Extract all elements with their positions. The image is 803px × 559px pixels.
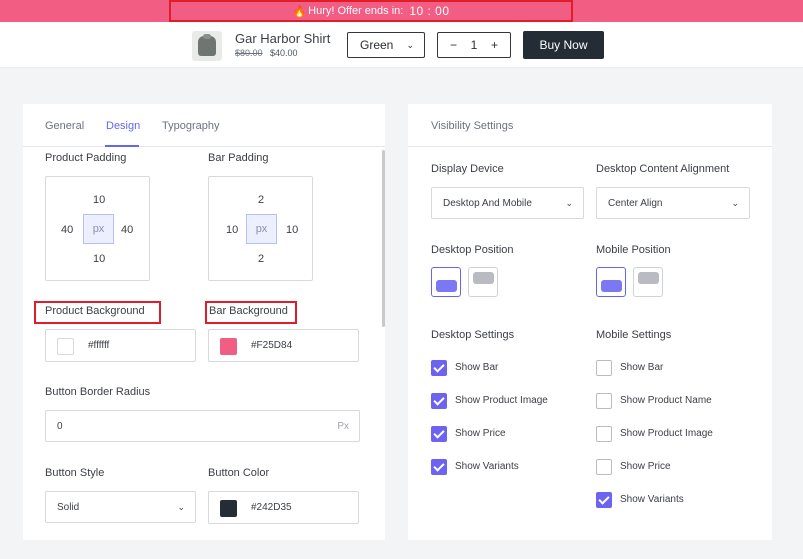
- desktop-setting-checkbox[interactable]: [431, 393, 447, 409]
- tab-design[interactable]: Design: [106, 120, 140, 132]
- mobile-settings-label: Mobile Settings: [596, 329, 672, 341]
- chevron-down-icon: ⌄: [731, 198, 739, 208]
- mobile-setting-checkbox[interactable]: [596, 459, 612, 475]
- product-padding-control: 10 40 px 40 10: [45, 176, 150, 281]
- button-color-value: #242D35: [251, 502, 292, 513]
- desktop-content-alignment-select[interactable]: Center Align ⌄: [596, 187, 750, 219]
- bar-padding-bottom[interactable]: 2: [258, 253, 264, 265]
- variant-value: Green: [360, 38, 394, 52]
- color-swatch[interactable]: [220, 500, 237, 517]
- visibility-header: Visibility Settings: [408, 104, 772, 147]
- settings-tabs: General Design Typography: [23, 104, 385, 147]
- variant-select[interactable]: Green ⌄: [347, 32, 425, 58]
- bar-background-value: #F25D84: [251, 340, 293, 351]
- desktop-setting-checkbox[interactable]: [431, 459, 447, 475]
- mobile-setting-checkbox-label: Show Product Image: [620, 428, 713, 439]
- mobile-position-label: Mobile Position: [596, 244, 671, 256]
- shirt-icon: [192, 31, 222, 61]
- button-border-radius-input[interactable]: 0 Px: [45, 410, 360, 442]
- desktop-setting-checkbox[interactable]: [431, 426, 447, 442]
- button-color-label: Button Color: [208, 467, 270, 479]
- button-border-radius-unit: Px: [337, 421, 349, 432]
- position-bottom-button[interactable]: [633, 267, 663, 297]
- chevron-down-icon: ⌄: [406, 40, 414, 50]
- minus-button[interactable]: −: [450, 38, 457, 52]
- product-new-price: $40.00: [270, 48, 298, 58]
- color-swatch[interactable]: [220, 338, 237, 355]
- product-padding-right[interactable]: 40: [121, 224, 133, 236]
- bar-padding-left[interactable]: 10: [226, 224, 238, 236]
- button-border-radius-label: Button Border Radius: [45, 386, 151, 398]
- position-top-button[interactable]: [596, 267, 626, 297]
- product-padding-label: Product Padding: [45, 152, 127, 164]
- mobile-setting-checkbox[interactable]: [596, 426, 612, 442]
- tab-typography[interactable]: Typography: [162, 120, 219, 132]
- quantity-stepper[interactable]: − 1 +: [437, 32, 511, 58]
- desktop-setting-checkbox-label: Show Product Image: [455, 395, 548, 406]
- mobile-setting-checkbox[interactable]: [596, 360, 612, 376]
- visibility-title: Visibility Settings: [431, 120, 514, 132]
- mobile-setting-checkbox[interactable]: [596, 492, 612, 508]
- color-swatch[interactable]: [57, 338, 74, 355]
- mobile-setting-checkbox-label: Show Price: [620, 461, 671, 472]
- plus-button[interactable]: +: [491, 38, 498, 52]
- display-device-select[interactable]: Desktop And Mobile ⌄: [431, 187, 584, 219]
- active-tab-indicator: [105, 145, 139, 147]
- display-device-label: Display Device: [431, 163, 504, 175]
- display-device-value: Desktop And Mobile: [443, 198, 532, 209]
- mobile-setting-checkbox-label: Show Variants: [620, 494, 684, 505]
- visibility-panel: Visibility Settings Display Device Deskt…: [408, 104, 772, 540]
- quantity-value: 1: [470, 38, 478, 52]
- bar-padding-top[interactable]: 2: [258, 194, 264, 206]
- desktop-content-alignment-label: Desktop Content Alignment: [596, 163, 730, 175]
- button-border-radius-value: 0: [57, 421, 63, 432]
- offer-text: Hury! Offer ends in:: [308, 5, 404, 17]
- desktop-setting-checkbox-label: Show Variants: [455, 461, 519, 472]
- desktop-setting-checkbox-label: Show Bar: [455, 362, 499, 373]
- fire-icon: 🔥: [292, 5, 307, 18]
- offer-countdown: 🔥 Hury! Offer ends in: 10 : 00: [169, 0, 573, 22]
- offer-bar: 🔥 Hury! Offer ends in: 10 : 00: [0, 0, 803, 22]
- position-bottom-button[interactable]: [468, 267, 498, 297]
- button-style-label: Button Style: [45, 467, 105, 479]
- mobile-setting-checkbox[interactable]: [596, 393, 612, 409]
- bar-background-label: Bar Background: [209, 305, 288, 317]
- sticky-product-bar: Gar Harbor Shirt $80.00 $40.00 Green ⌄ −…: [0, 22, 803, 68]
- product-padding-bottom[interactable]: 10: [93, 253, 105, 265]
- mobile-setting-checkbox-label: Show Product Name: [620, 395, 712, 406]
- product-background-value: #ffffff: [88, 340, 110, 351]
- desktop-setting-checkbox-label: Show Price: [455, 428, 506, 439]
- button-style-select[interactable]: Solid ⌄: [45, 491, 196, 523]
- bar-padding-unit: px: [246, 214, 277, 244]
- buy-now-button[interactable]: Buy Now: [523, 31, 604, 59]
- product-background-label: Product Background: [45, 305, 145, 317]
- button-style-value: Solid: [57, 502, 80, 513]
- bar-padding-control: 2 10 px 10 2: [208, 176, 313, 281]
- product-name: Gar Harbor Shirt: [235, 31, 331, 46]
- product-background-field[interactable]: #ffffff: [45, 329, 196, 362]
- chevron-down-icon: ⌄: [177, 502, 185, 512]
- product-padding-left[interactable]: 40: [61, 224, 73, 236]
- bar-background-field[interactable]: #F25D84: [208, 329, 359, 362]
- design-panel: General Design Typography Product Paddin…: [23, 104, 385, 540]
- position-top-button[interactable]: [431, 267, 461, 297]
- tab-general[interactable]: General: [45, 120, 84, 132]
- bar-padding-label: Bar Padding: [208, 152, 269, 164]
- mobile-setting-checkbox-label: Show Bar: [620, 362, 664, 373]
- product-padding-unit: px: [83, 214, 114, 244]
- desktop-setting-checkbox[interactable]: [431, 360, 447, 376]
- desktop-settings-label: Desktop Settings: [431, 329, 515, 341]
- chevron-down-icon: ⌄: [565, 198, 573, 208]
- desktop-position-label: Desktop Position: [431, 244, 514, 256]
- offer-timer: 10 : 00: [409, 4, 450, 18]
- scrollbar[interactable]: [382, 150, 385, 327]
- button-color-field[interactable]: #242D35: [208, 491, 359, 524]
- product-old-price: $80.00: [235, 48, 263, 58]
- product-padding-top[interactable]: 10: [93, 194, 105, 206]
- bar-padding-right[interactable]: 10: [286, 224, 298, 236]
- desktop-content-alignment-value: Center Align: [608, 198, 663, 209]
